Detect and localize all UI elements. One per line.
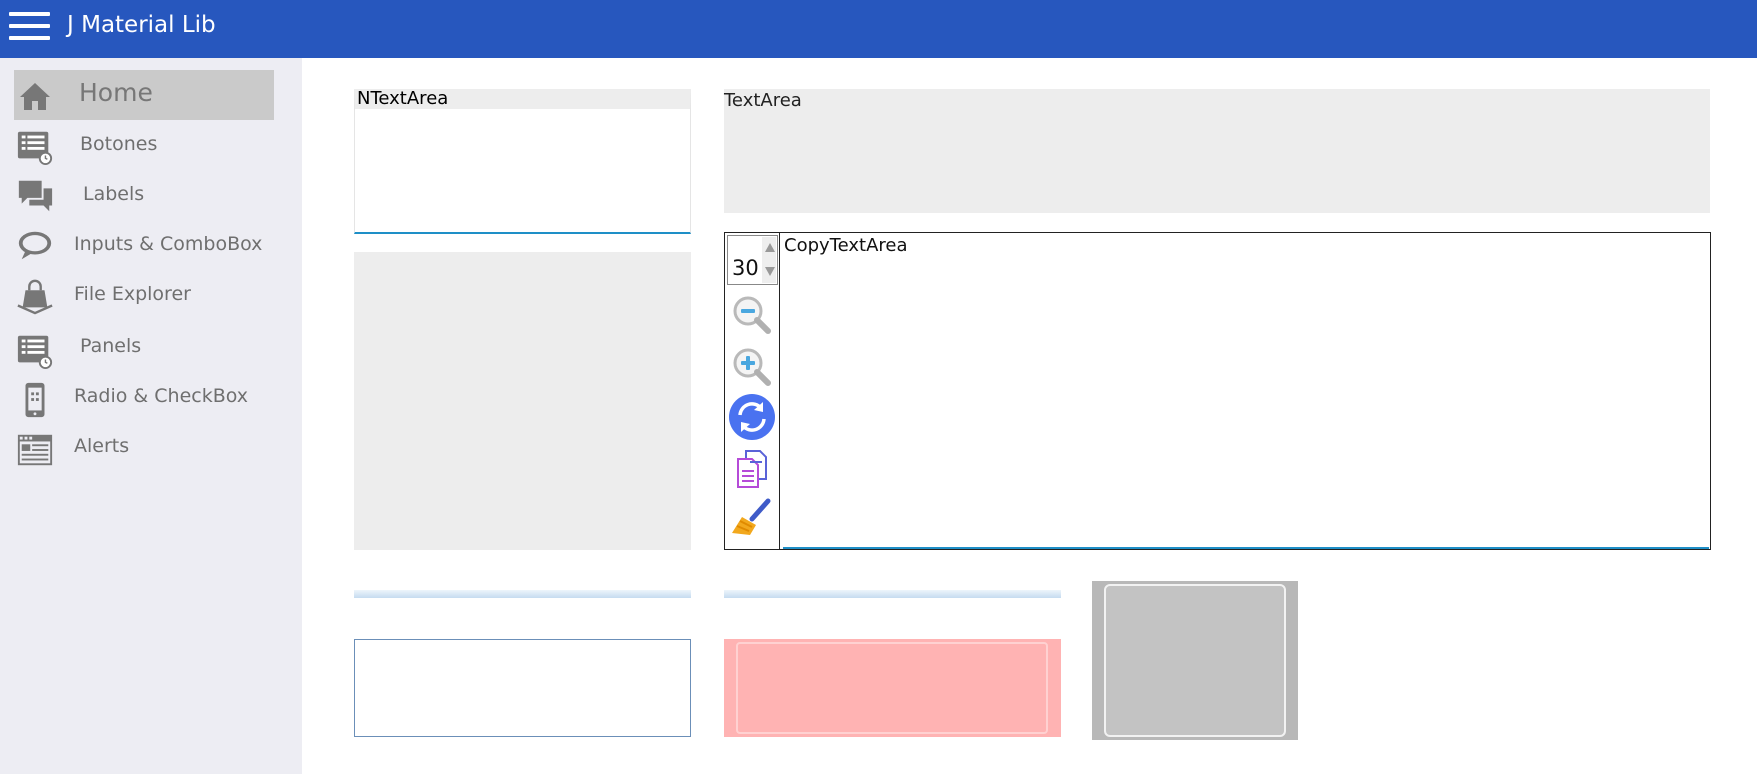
sidebar-item-radio-checkbox[interactable]: Radio & CheckBox: [14, 374, 274, 424]
textarea-label: TextArea: [724, 90, 802, 111]
speech-bubble-icon: [18, 231, 52, 260]
gray-button-box[interactable]: [1092, 581, 1298, 740]
sidebar-item-panels[interactable]: Panels: [14, 324, 274, 374]
chat-bubbles-icon: [18, 180, 53, 212]
sidebar-item-label: Radio & CheckBox: [74, 385, 249, 407]
copy-textarea-container: 30 CopyTextArea: [724, 232, 1711, 550]
sidebar-item-home[interactable]: Home: [14, 70, 274, 120]
shopping-bag-icon: [17, 279, 53, 315]
home-icon: [20, 83, 50, 110]
sidebar-item-inputs[interactable]: Inputs & ComboBox: [14, 220, 274, 270]
sidebar-item-label: File Explorer: [74, 283, 191, 305]
zoom-out-icon[interactable]: [728, 291, 776, 339]
sidebar-item-labels[interactable]: Labels: [14, 170, 274, 220]
font-size-value: 30: [732, 256, 759, 280]
pink-input-box[interactable]: [724, 639, 1061, 737]
gray-panel: [354, 252, 691, 550]
refresh-icon[interactable]: [728, 393, 776, 441]
sidebar-item-label: Alerts: [74, 435, 130, 457]
copy-textarea-toolbar: 30: [725, 233, 780, 549]
broom-icon[interactable]: [728, 495, 776, 543]
mobile-icon: [25, 382, 45, 418]
progress-bar: [724, 590, 1061, 598]
spinner-buttons: [762, 237, 776, 283]
zoom-in-icon[interactable]: [728, 343, 776, 391]
browser-window-icon: [17, 434, 53, 466]
copy-icon[interactable]: [728, 445, 776, 493]
app-title: J Material Lib: [67, 12, 216, 38]
sidebar-item-label: Panels: [80, 335, 142, 357]
sidebar-item-label: Home: [79, 78, 153, 107]
progress-bar: [354, 590, 691, 598]
sidebar-item-file-explorer[interactable]: File Explorer: [14, 270, 274, 320]
app-header: J Material Lib: [0, 0, 1757, 58]
spinner-up-arrow-icon[interactable]: [765, 243, 775, 252]
sidebar-item-alerts[interactable]: Alerts: [14, 424, 274, 474]
sidebar-item-label: Labels: [83, 183, 145, 205]
menu-icon[interactable]: [9, 10, 51, 42]
copy-textarea-input[interactable]: [783, 233, 1709, 549]
text-input-box[interactable]: [354, 639, 691, 737]
pink-input-inner: [736, 642, 1048, 734]
list-clock-icon: [17, 335, 53, 369]
sidebar-item-botones[interactable]: Botones: [14, 120, 274, 170]
sidebar: Home Botones Labels Inputs & ComboBox Fi…: [0, 58, 302, 774]
spinner-down-arrow-icon[interactable]: [765, 267, 775, 276]
ntextarea-input[interactable]: [354, 89, 691, 234]
ntextarea-label: NTextArea: [357, 88, 449, 109]
gray-button-inner: [1104, 584, 1286, 737]
font-size-spinner[interactable]: 30: [727, 235, 778, 285]
copy-textarea-label: CopyTextArea: [784, 235, 908, 256]
textarea-input[interactable]: [724, 89, 1710, 213]
sidebar-item-label: Botones: [80, 133, 158, 155]
list-clock-icon: [17, 131, 53, 165]
sidebar-item-label: Inputs & ComboBox: [74, 233, 263, 255]
